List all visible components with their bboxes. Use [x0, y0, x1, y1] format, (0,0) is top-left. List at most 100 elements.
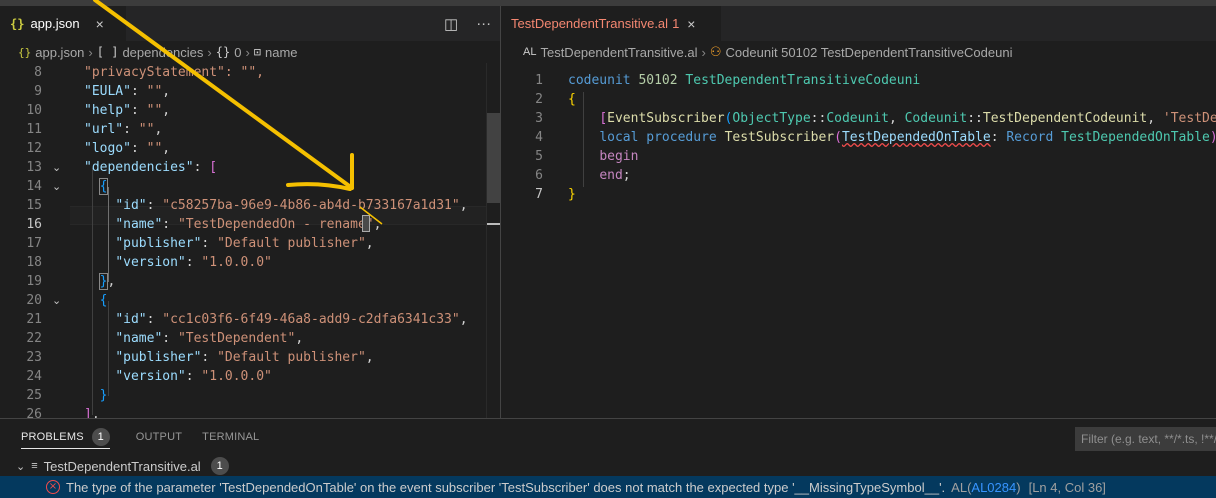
code-line[interactable]: 12 "logo": "",	[0, 139, 500, 158]
problems-filter-input[interactable]: Filter (e.g. text, **/*.ts, !**/	[1075, 427, 1216, 451]
code-text: }	[99, 388, 108, 403]
tab-terminal[interactable]: TERMINAL	[192, 419, 269, 455]
scrollbar-thumb[interactable]	[487, 113, 500, 203]
line-number: 14	[26, 179, 42, 194]
breadcrumb-name[interactable]: name	[265, 45, 298, 60]
line-number: 13	[26, 160, 42, 175]
editor-actions: ◫ ···	[444, 6, 491, 41]
problem-message: The type of the parameter 'TestDependedO…	[66, 479, 946, 495]
problems-file-row[interactable]: ⌄ ≡ TestDependentTransitive.al 1	[0, 455, 229, 477]
line-number: 3	[535, 111, 543, 126]
code-line[interactable]: 4 local procedure TestSubscriber(TestDep…	[501, 128, 1216, 147]
code-line[interactable]: 16 "name": "TestDependedOn - rename",	[0, 215, 500, 234]
chevron-right-icon: ›	[245, 44, 250, 60]
line-number: 8	[34, 65, 42, 80]
chevron-right-icon: ›	[207, 44, 212, 60]
code-line[interactable]: 15 "id": "c58257ba-96e9-4b86-ab4d-b73316…	[0, 196, 500, 215]
problem-item[interactable]: × The type of the parameter 'TestDepende…	[0, 476, 1216, 498]
code-editor-json[interactable]: 8 "privacyStatement": "", 9 "EULA": "", 10 "h…	[0, 63, 500, 418]
line-number: 4	[535, 130, 543, 145]
vertical-scrollbar[interactable]	[486, 63, 500, 418]
code-line[interactable]: 25 }	[0, 386, 500, 405]
line-number: 19	[26, 274, 42, 289]
json-file-icon: {}	[10, 16, 25, 31]
chevron-right-icon: ›	[88, 44, 93, 60]
line-number: 11	[26, 122, 42, 137]
code-text: "name": "TestDependedOn - rename",	[115, 217, 382, 232]
code-line[interactable]: 23 "publisher": "Default publisher",	[0, 348, 500, 367]
al-file-icon: ≡	[31, 460, 38, 472]
chevron-down-icon[interactable]: ⌄	[16, 460, 25, 473]
code-text: "EULA": "",	[84, 84, 171, 99]
code-line[interactable]: 6 end;	[501, 166, 1216, 185]
code-editor-al[interactable]: 1 codeunit 50102 TestDependentTransitiveC…	[501, 63, 1216, 418]
close-icon[interactable]: ×	[96, 16, 104, 32]
code-line[interactable]: 21 "id": "cc1c03f6-6f49-46a8-add9-c2dfa6…	[0, 310, 500, 329]
tab-app-json[interactable]: {} app.json ×	[0, 6, 126, 41]
code-text: end;	[599, 168, 631, 183]
split-editor-icon[interactable]: ◫	[444, 15, 458, 33]
code-line[interactable]: 8 "privacyStatement": "",	[0, 63, 500, 82]
code-text: "help": "",	[84, 103, 171, 118]
line-number: 21	[26, 312, 42, 327]
code-line[interactable]: 19 },	[0, 272, 500, 291]
json-file-icon: {}	[18, 45, 32, 59]
close-icon[interactable]: ×	[687, 16, 695, 32]
code-line[interactable]: 17 "publisher": "Default publisher",	[0, 234, 500, 253]
line-number: 18	[26, 255, 42, 270]
more-actions-icon[interactable]: ···	[476, 15, 491, 32]
object-icon: {}	[215, 45, 231, 59]
code-line[interactable]: 22 "name": "TestDependent",	[0, 329, 500, 348]
code-text: "publisher": "Default publisher",	[115, 350, 374, 365]
code-line[interactable]: 26],	[0, 405, 500, 418]
code-line[interactable]: 18 "version": "1.0.0.0"	[0, 253, 500, 272]
code-text: "name": "TestDependent",	[115, 331, 304, 346]
tab-output[interactable]: OUTPUT	[126, 419, 192, 455]
code-text: {	[99, 293, 108, 308]
codeunit-symbol-icon: ⚇	[709, 44, 722, 59]
code-text: "id": "c58257ba-96e9-4b86-ab4d-b733167a1…	[115, 198, 468, 213]
code-text: [EventSubscriber(ObjectType::Codeunit, C…	[599, 111, 1216, 126]
code-line[interactable]: 2{	[501, 90, 1216, 109]
panel-tabs: PROBLEMS 1 OUTPUT TERMINAL	[0, 419, 269, 455]
fold-chevron-icon[interactable]: ⌄	[52, 158, 61, 177]
scroll-cursor-marker	[487, 223, 500, 225]
tab-test-dependent-transitive[interactable]: TestDependentTransitive.al 1 ×	[501, 6, 721, 41]
problem-position: [Ln 4, Col 36]	[1028, 479, 1106, 495]
breadcrumb-dependencies[interactable]: dependencies	[122, 45, 203, 60]
code-line[interactable]: 7}	[501, 185, 1216, 204]
breadcrumb-file[interactable]: TestDependentTransitive.al	[540, 45, 697, 60]
code-text: "publisher": "Default publisher",	[115, 236, 374, 251]
problem-count: 1	[672, 16, 680, 31]
problem-count-badge: 1	[91, 427, 110, 446]
tab-problems[interactable]: PROBLEMS 1	[21, 425, 110, 449]
error-code-link[interactable]: AL0284	[971, 480, 1016, 495]
breadcrumb-file[interactable]: app.json	[35, 45, 84, 60]
breadcrumb-index[interactable]: 0	[234, 45, 241, 60]
array-icon: [ ]	[96, 45, 119, 59]
code-line[interactable]: 5 begin	[501, 147, 1216, 166]
breadcrumb-symbol[interactable]: Codeunit 50102 TestDependentTransitiveCo…	[726, 45, 1013, 60]
code-line[interactable]: 10 "help": "",	[0, 101, 500, 120]
line-number: 22	[26, 331, 42, 346]
code-line[interactable]: 1 codeunit 50102 TestDependentTransitiveC…	[501, 71, 1216, 90]
breadcrumb: {} app.json › [ ] dependencies › {} 0 › …	[0, 41, 500, 63]
code-line[interactable]: 11 "url": "",	[0, 120, 500, 139]
line-number: 26	[26, 407, 42, 418]
tab-label: app.json	[30, 16, 80, 31]
text-cursor	[362, 215, 370, 232]
code-line[interactable]: 9 "EULA": "",	[0, 82, 500, 101]
breadcrumb: AL TestDependentTransitive.al › ⚇ Codeun…	[501, 41, 1216, 63]
code-line[interactable]: 14 ⌄ {	[0, 177, 500, 196]
tab-label: PROBLEMS	[21, 430, 84, 443]
fold-chevron-icon[interactable]: ⌄	[52, 177, 61, 196]
fold-chevron-icon[interactable]: ⌄	[52, 291, 61, 310]
code-line[interactable]: 3 [EventSubscriber(ObjectType::Codeunit,…	[501, 109, 1216, 128]
code-line[interactable]: 24 "version": "1.0.0.0"	[0, 367, 500, 386]
code-line[interactable]: 13 ⌄ "dependencies": [	[0, 158, 500, 177]
problem-count-badge: 1	[210, 457, 229, 475]
al-file-icon: AL	[523, 46, 537, 58]
code-line[interactable]: 20 ⌄ {	[0, 291, 500, 310]
code-text: local procedure TestSubscriber(TestDepen…	[599, 130, 1216, 145]
code-text: {	[99, 179, 108, 194]
